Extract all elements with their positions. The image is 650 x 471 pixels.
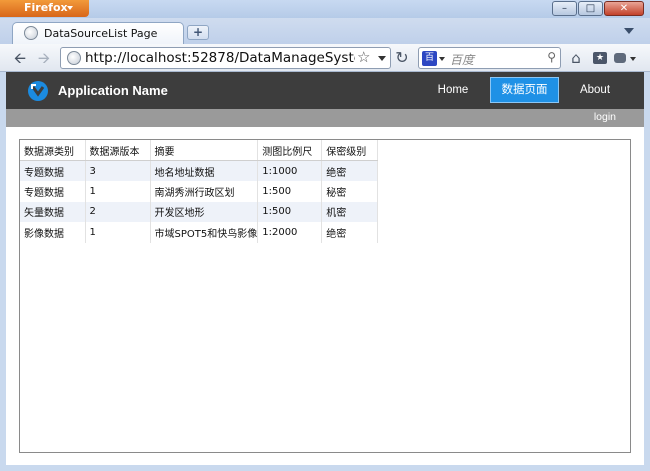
login-link[interactable]: login [594, 111, 616, 123]
new-tab-button[interactable]: + [187, 25, 209, 40]
cell-summary: 地名地址数据 [150, 160, 259, 181]
cell-scale: 1:500 [257, 201, 323, 222]
maximize-icon: □ [585, 3, 596, 14]
forward-arrow-icon: 🡪 [37, 49, 51, 67]
cell-category: 专题数据 [20, 181, 86, 202]
cell-summary: 市域SPOT5和快鸟影像 [150, 222, 259, 243]
puzzle-icon [614, 53, 626, 63]
table-row[interactable]: 专题数据 3 地名地址数据 1:1000 绝密 [20, 160, 379, 181]
plus-icon: + [192, 25, 204, 39]
login-bar: login [6, 109, 644, 127]
column-header-summary[interactable]: 摘要 [150, 140, 259, 161]
column-header-scale[interactable]: 测图比例尺 [257, 140, 323, 161]
firefox-menu-button[interactable]: Firefox [0, 0, 89, 17]
reload-icon: ↻ [395, 48, 409, 67]
chevron-down-icon [67, 6, 73, 10]
minimize-icon: – [562, 3, 567, 14]
column-header-category[interactable]: 数据源类别 [20, 140, 86, 161]
url-history-dropdown-icon[interactable] [378, 56, 386, 61]
cell-scale: 1:500 [257, 181, 323, 202]
close-icon: ✕ [619, 3, 629, 14]
column-header-version[interactable]: 数据源版本 [85, 140, 151, 161]
reload-button[interactable]: ↻ [392, 48, 412, 68]
close-window-button[interactable]: ✕ [604, 1, 644, 16]
column-header-security-level[interactable]: 保密级别 [321, 140, 379, 161]
cell-version: 1 [85, 222, 151, 243]
table-header-row: 数据源类别 数据源版本 摘要 测图比例尺 保密级别 [20, 140, 379, 161]
address-bar[interactable]: http://localhost:52878/DataManageSystem … [60, 47, 391, 69]
cell-security-level: 绝密 [321, 222, 379, 243]
app-logo-icon [28, 81, 48, 101]
cell-summary: 南湖秀洲行政区划 [150, 181, 259, 202]
navigation-toolbar: 🡨 🡪 http://localhost:52878/DataManageSys… [0, 44, 650, 72]
chevron-down-icon [630, 57, 636, 61]
data-source-table: 数据源类别 数据源版本 摘要 测图比例尺 保密级别 专题数据 3 地名地址数据 … [20, 140, 379, 243]
page-favicon-icon [24, 26, 38, 40]
nav-about-link[interactable]: About [569, 77, 621, 103]
window-controls: – □ ✕ [551, 1, 644, 16]
bookmarks-icon: ★ [593, 52, 607, 64]
cell-summary: 开发区地形 [150, 201, 259, 222]
tab-strip: DataSourceList Page + [0, 18, 650, 44]
site-identity-icon [67, 51, 81, 65]
back-button[interactable]: 🡨 [10, 48, 30, 68]
cell-scale: 1:2000 [257, 222, 323, 243]
cell-category: 影像数据 [20, 222, 86, 243]
browser-tab[interactable]: DataSourceList Page [12, 22, 184, 44]
cell-category: 矢量数据 [20, 201, 86, 222]
cell-security-level: 机密 [321, 201, 379, 222]
app-name: Application Name [58, 83, 168, 98]
window-titlebar: Firefox – □ ✕ [0, 0, 650, 18]
bookmark-star-icon[interactable]: ☆ [357, 48, 370, 66]
addons-button[interactable] [612, 48, 642, 68]
cell-scale: 1:1000 [257, 160, 323, 181]
maximize-button[interactable]: □ [578, 1, 603, 16]
home-button[interactable]: ⌂ [566, 48, 586, 68]
minimize-button[interactable]: – [552, 1, 577, 16]
cell-version: 1 [85, 181, 151, 202]
cell-security-level: 绝密 [321, 160, 379, 181]
firefox-menu-label: Firefox [24, 1, 68, 14]
page-viewport: Application Name Home 数据页面 About login 数… [6, 72, 644, 465]
list-all-tabs-icon[interactable] [624, 28, 634, 34]
table-row[interactable]: 影像数据 1 市域SPOT5和快鸟影像 1:2000 绝密 [20, 222, 379, 243]
cell-version: 2 [85, 201, 151, 222]
table-row[interactable]: 矢量数据 2 开发区地形 1:500 机密 [20, 201, 379, 222]
search-placeholder: 百度 [450, 53, 475, 67]
forward-button[interactable]: 🡪 [34, 48, 54, 68]
back-arrow-icon: 🡨 [13, 49, 27, 67]
table-row[interactable]: 专题数据 1 南湖秀洲行政区划 1:500 秘密 [20, 181, 379, 202]
cell-version: 3 [85, 160, 151, 181]
tab-title: DataSourceList Page [44, 27, 158, 40]
cell-security-level: 秘密 [321, 181, 379, 202]
nav-data-page-link[interactable]: 数据页面 [490, 77, 559, 103]
data-source-grid: 数据源类别 数据源版本 摘要 测图比例尺 保密级别 专题数据 3 地名地址数据 … [19, 139, 631, 453]
home-icon: ⌂ [571, 49, 581, 67]
search-engine-icon[interactable]: 百 [422, 51, 437, 66]
cell-category: 专题数据 [20, 160, 86, 181]
window-bottom-border [0, 465, 650, 471]
url-text: http://localhost:52878/DataManageSystem [85, 50, 355, 66]
nav-home-link[interactable]: Home [430, 77, 476, 103]
bookmarks-button[interactable]: ★ [590, 48, 610, 68]
site-header: Application Name Home 数据页面 About [6, 72, 644, 109]
search-input[interactable]: 百 百度 ⚲ [418, 47, 561, 69]
search-icon[interactable]: ⚲ [547, 50, 556, 64]
search-engine-dropdown-icon[interactable] [439, 57, 445, 61]
